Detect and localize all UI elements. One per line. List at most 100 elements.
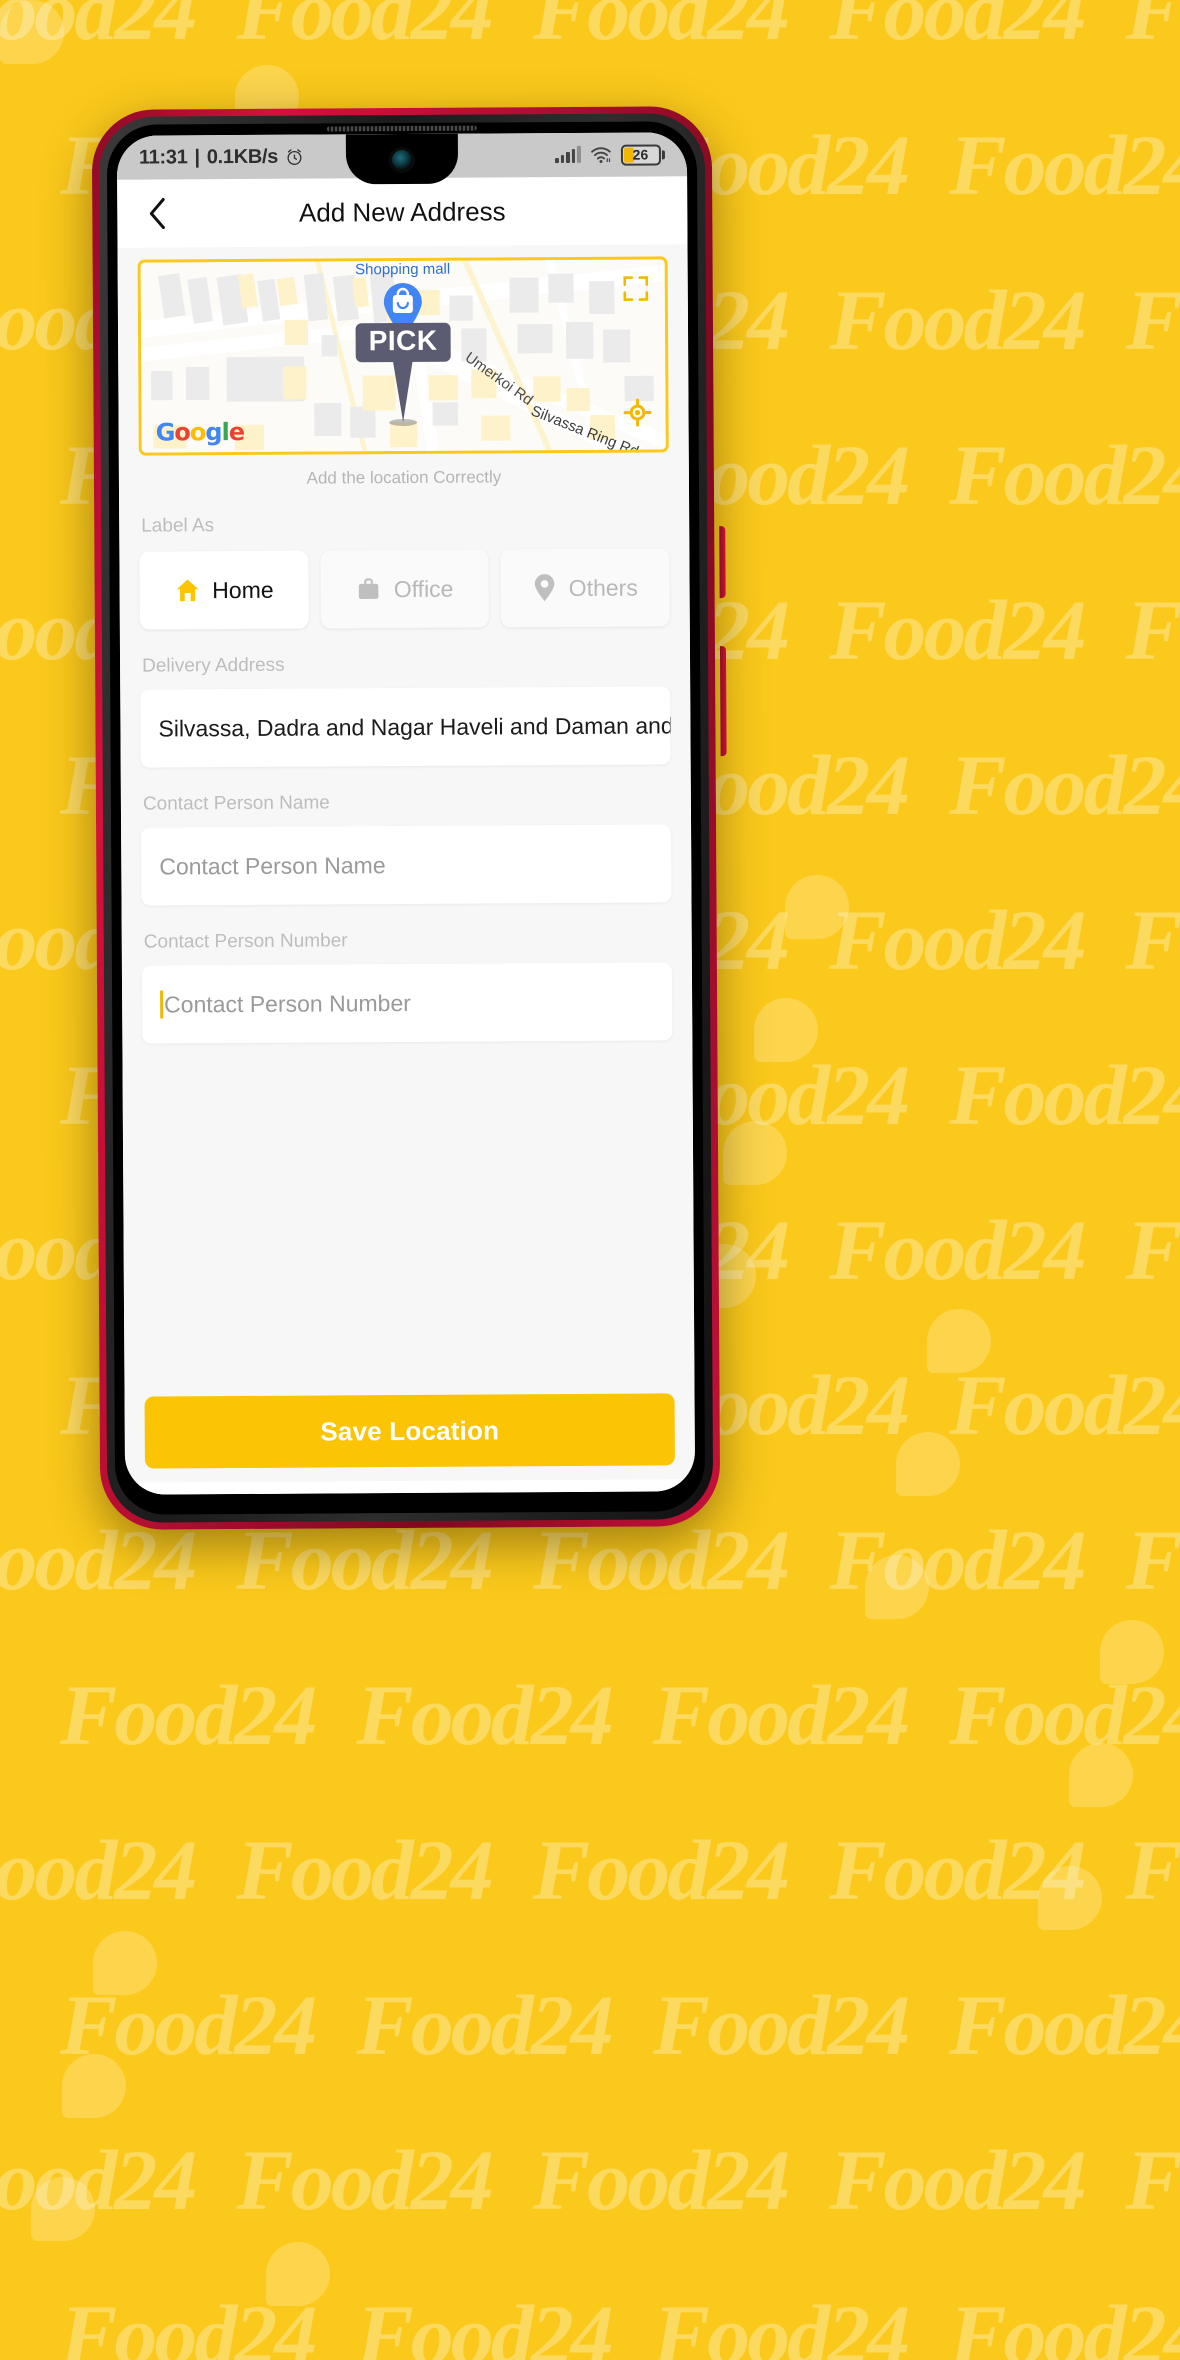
- wallpaper-word: Food24: [949, 427, 1180, 523]
- map-preview[interactable]: Shopping mall PICK Umerkoi Rd Silvassa R…: [137, 256, 669, 456]
- wallpaper-word: Food24: [652, 2287, 910, 2360]
- contact-number-field[interactable]: Contact Person Number: [141, 962, 673, 1044]
- wallpaper-word: Food24: [532, 2132, 790, 2228]
- delivery-address-label: Delivery Address: [142, 654, 285, 677]
- label-option-home[interactable]: Home: [139, 550, 309, 630]
- volume-button[interactable]: [719, 646, 727, 757]
- wallpaper-blob: [62, 2054, 126, 2118]
- wallpaper-blob: [785, 875, 849, 939]
- screenshot-root: Food24 Food24 Food24 Food24 Food24 Food24 Food…: [0, 0, 1180, 2360]
- power-button[interactable]: [719, 526, 726, 599]
- my-location-button[interactable]: [623, 398, 652, 431]
- wallpaper-word: Food24: [0, 2132, 197, 2228]
- my-location-icon: [623, 398, 652, 427]
- wallpaper-word: Food24: [829, 1512, 1086, 1608]
- wallpaper-blob: [865, 1555, 929, 1619]
- wallpaper-word: Food24: [949, 117, 1180, 213]
- status-network-speed: 0.1KB/s: [206, 145, 279, 168]
- form-spacer: [122, 1040, 694, 1396]
- battery-icon: 26: [620, 143, 665, 166]
- wallpaper-row: Food24Food24Food24Food24Food24Food24: [0, 1820, 1180, 1920]
- save-location-label: Save Location: [320, 1414, 500, 1447]
- wallpaper-row: Food24Food24Food24Food24Food24Food24: [60, 2285, 1180, 2360]
- label-option-home-text: Home: [212, 576, 274, 603]
- wallpaper-word: Food24: [949, 1977, 1180, 2073]
- phone-screen: 11:31 | 0.1KB/s 26 Add New Address Shopp…: [116, 132, 696, 1495]
- screen-bottom-padding: [125, 1479, 696, 1495]
- wallpaper-blob: [1069, 1743, 1133, 1807]
- wallpaper-blob: [0, 0, 64, 64]
- wallpaper-word: Food24: [652, 1977, 910, 2073]
- wallpaper-word: Food24: [949, 1357, 1180, 1453]
- google-letter-g: G: [155, 418, 175, 447]
- back-button[interactable]: [137, 193, 177, 233]
- wallpaper-word: Food24: [532, 1822, 790, 1918]
- wallpaper-blob: [31, 2177, 95, 2241]
- contact-number-placeholder: Contact Person Number: [164, 989, 411, 1017]
- battery-level: 26: [632, 146, 649, 163]
- home-icon: [176, 579, 199, 602]
- wallpaper-word: Food24: [532, 0, 790, 58]
- label-option-others[interactable]: Others: [500, 548, 670, 628]
- save-location-button[interactable]: Save Location: [144, 1393, 675, 1469]
- status-bar-left: 11:31 | 0.1KB/s: [139, 145, 304, 169]
- delivery-address-value: Silvassa, Dadra and Nagar Haveli and Dam…: [158, 711, 671, 742]
- wallpaper-blob: [754, 998, 818, 1062]
- wallpaper-word: Food24: [949, 737, 1180, 833]
- phone-device: 11:31 | 0.1KB/s 26 Add New Address Shopp…: [91, 106, 727, 1530]
- map-label-shopping-mall: Shopping mall: [355, 260, 451, 279]
- wallpaper-word: Food24: [1125, 1202, 1180, 1298]
- label-option-others-text: Others: [568, 574, 638, 601]
- wallpaper-blob: [1100, 1620, 1164, 1684]
- wallpaper-word: Food24: [356, 2287, 613, 2360]
- status-bar-right: 26: [554, 143, 665, 166]
- wallpaper-word: Food24: [236, 2132, 493, 2228]
- briefcase-icon: [359, 578, 379, 600]
- camera-notch: [345, 133, 459, 185]
- label-as-options: Home Office Others: [139, 548, 670, 630]
- wallpaper-word: Food24: [1125, 892, 1180, 988]
- status-time: 11:31: [138, 145, 188, 169]
- contact-name-placeholder: Contact Person Name: [159, 851, 386, 880]
- wallpaper-blob: [896, 1432, 960, 1496]
- page-title: Add New Address: [298, 195, 506, 228]
- contact-number-label: Contact Person Number: [143, 930, 348, 953]
- delivery-address-field[interactable]: Silvassa, Dadra and Nagar Haveli and Dam…: [140, 686, 671, 768]
- app-header: Add New Address: [117, 176, 688, 248]
- contact-name-field[interactable]: Contact Person Name: [141, 824, 672, 906]
- cellular-signal-icon: [554, 145, 581, 164]
- google-letter-o1: o: [174, 418, 190, 447]
- wallpaper-word: Food24: [949, 2287, 1180, 2360]
- wallpaper-word: Food24: [1125, 1512, 1180, 1608]
- wallpaper-row: Food24Food24Food24Food24Food24Food24: [0, 2130, 1180, 2230]
- wallpaper-word: Food24: [236, 0, 493, 58]
- battery-cap: [661, 149, 665, 159]
- wallpaper-word: Food24: [1125, 2132, 1180, 2228]
- map-pin-icon: [534, 574, 555, 602]
- wallpaper-blob: [1038, 1866, 1102, 1930]
- wallpaper-blob: [723, 1121, 787, 1185]
- google-letter-o2: o: [189, 418, 206, 447]
- form-scroll-area: Shopping mall PICK Umerkoi Rd Silvassa R…: [117, 244, 696, 1483]
- google-letter-e: e: [228, 417, 245, 447]
- wallpaper-word: Food24: [1125, 1822, 1180, 1918]
- wallpaper-word: Food24: [829, 1202, 1086, 1298]
- label-option-office-text: Office: [393, 575, 454, 602]
- fullscreen-button[interactable]: [623, 276, 649, 307]
- front-camera-icon: [391, 149, 413, 171]
- label-option-office[interactable]: Office: [320, 549, 490, 629]
- wallpaper-row: Food24Food24Food24Food24Food24Food24: [60, 1975, 1180, 2075]
- wallpaper-word: Food24: [829, 0, 1086, 58]
- alarm-icon: [287, 148, 302, 165]
- text-cursor: [160, 990, 164, 1019]
- pick-location-marker[interactable]: PICK: [355, 322, 452, 426]
- google-attribution: Google: [155, 417, 245, 447]
- battery-body: 26: [620, 143, 661, 166]
- chevron-left-icon: [149, 197, 165, 229]
- wallpaper-word: Food24: [652, 1667, 910, 1763]
- pick-marker-shadow: [389, 418, 418, 426]
- phone-bezel: 11:31 | 0.1KB/s 26 Add New Address Shopp…: [106, 121, 706, 1515]
- wallpaper-word: Food24: [829, 1822, 1086, 1918]
- wallpaper-word: Food24: [1125, 272, 1180, 368]
- wallpaper-word: Food24: [829, 892, 1086, 988]
